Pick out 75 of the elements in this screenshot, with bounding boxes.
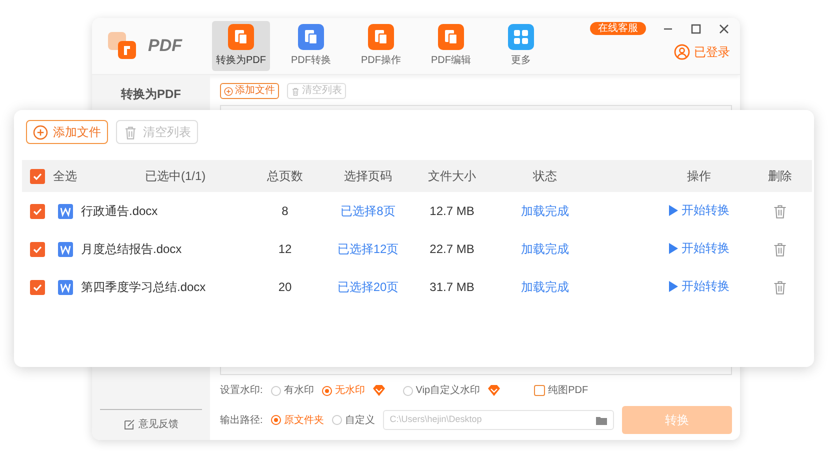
trash-icon[interactable] bbox=[773, 204, 787, 220]
pure-pdf-checkbox[interactable]: 纯图PDF bbox=[534, 383, 588, 398]
checkmark-icon bbox=[32, 170, 43, 182]
page-selection-link[interactable]: 已选择8页 bbox=[330, 202, 406, 220]
column-header: 总页数 bbox=[266, 168, 304, 185]
start-convert-link[interactable]: 开始转换 bbox=[668, 239, 730, 258]
login-status[interactable]: 已登录 bbox=[694, 43, 730, 61]
nav-tab[interactable]: 更多 bbox=[492, 21, 550, 71]
sidebar-title: 转换为PDF bbox=[121, 86, 181, 103]
edit-icon[interactable] bbox=[124, 419, 134, 430]
folder-icon[interactable] bbox=[596, 416, 607, 424]
status-text: 加载完成 bbox=[520, 203, 570, 220]
file-name: 月度总结报告.docx bbox=[81, 241, 182, 258]
radio-option[interactable]: 有水印 bbox=[270, 383, 314, 398]
nav-tab[interactable]: PDF操作 bbox=[352, 21, 410, 71]
support-badge[interactable]: 在线客服 bbox=[590, 22, 646, 35]
column-header: 状态 bbox=[532, 168, 558, 185]
play-icon bbox=[668, 242, 678, 254]
add-file-button[interactable]: 添加文件 bbox=[220, 83, 279, 99]
add-icon bbox=[33, 124, 48, 140]
close-icon[interactable] bbox=[718, 22, 730, 34]
add-file-button[interactable]: 添加文件 bbox=[26, 120, 108, 144]
checkbox[interactable] bbox=[30, 242, 45, 256]
file-size: 12.7 MB bbox=[428, 203, 476, 220]
page-count: 20 bbox=[277, 279, 293, 296]
word-file-icon bbox=[58, 242, 73, 256]
start-convert-link[interactable]: 开始转换 bbox=[668, 277, 730, 296]
file-size: 31.7 MB bbox=[428, 279, 476, 296]
file-name: 行政通告.docx bbox=[81, 203, 158, 220]
maximize-icon[interactable] bbox=[690, 22, 702, 34]
nav-tab[interactable]: 转换为PDF bbox=[212, 21, 270, 71]
radio-option[interactable]: 原文件夹 bbox=[270, 412, 324, 428]
play-icon bbox=[668, 280, 678, 292]
output-label: 输出路径: bbox=[220, 414, 263, 428]
column-header: 文件大小 bbox=[427, 168, 477, 185]
start-convert-link[interactable]: 开始转换 bbox=[668, 201, 730, 220]
checkmark-icon bbox=[32, 244, 43, 254]
path-field[interactable]: C:\Users\hejin\Desktop bbox=[382, 410, 614, 430]
word-file-icon bbox=[58, 280, 73, 294]
page-count: 12 bbox=[277, 241, 293, 258]
column-header: 选择页码 bbox=[343, 168, 393, 185]
page-selection-link[interactable]: 已选择12页 bbox=[330, 240, 406, 258]
clear-list-button[interactable]: 清空列表 bbox=[116, 120, 198, 144]
user-icon[interactable] bbox=[674, 44, 690, 60]
column-header: 操作 bbox=[686, 168, 712, 185]
trash-icon bbox=[291, 86, 300, 96]
nav-tab[interactable]: PDF编辑 bbox=[422, 21, 480, 71]
checkmark-icon bbox=[32, 282, 43, 292]
checkbox[interactable] bbox=[30, 168, 45, 184]
checkbox[interactable] bbox=[30, 280, 45, 294]
selected-count: 已选中(1/1) bbox=[145, 168, 206, 185]
play-icon bbox=[668, 204, 678, 216]
radio-option[interactable]: Vip自定义水印 bbox=[402, 383, 480, 398]
checkmark-icon bbox=[32, 206, 43, 216]
radio-option[interactable]: 无水印 bbox=[322, 383, 365, 398]
page-count: 8 bbox=[280, 203, 290, 220]
trash-icon bbox=[123, 124, 138, 140]
word-file-icon bbox=[58, 204, 73, 218]
trash-icon[interactable] bbox=[773, 242, 787, 258]
status-text: 加载完成 bbox=[520, 241, 570, 258]
nav-tab[interactable]: PDF转换 bbox=[282, 21, 340, 71]
logo-text: PDF bbox=[148, 35, 182, 58]
status-text: 加载完成 bbox=[520, 279, 570, 296]
file-name: 第四季度学习总结.docx bbox=[81, 279, 206, 296]
select-all-label: 全选 bbox=[53, 168, 77, 185]
feedback-link[interactable]: 意见反馈 bbox=[138, 417, 178, 432]
add-icon bbox=[224, 86, 233, 96]
checkbox[interactable] bbox=[30, 204, 45, 218]
file-size: 22.7 MB bbox=[428, 241, 476, 258]
column-header: 删除 bbox=[767, 168, 793, 185]
radio-option[interactable]: 自定义 bbox=[332, 412, 375, 428]
trash-icon[interactable] bbox=[773, 280, 787, 296]
watermark-label: 设置水印: bbox=[220, 384, 263, 398]
clear-list-button[interactable]: 清空列表 bbox=[287, 83, 346, 99]
page-selection-link[interactable]: 已选择20页 bbox=[330, 278, 406, 296]
